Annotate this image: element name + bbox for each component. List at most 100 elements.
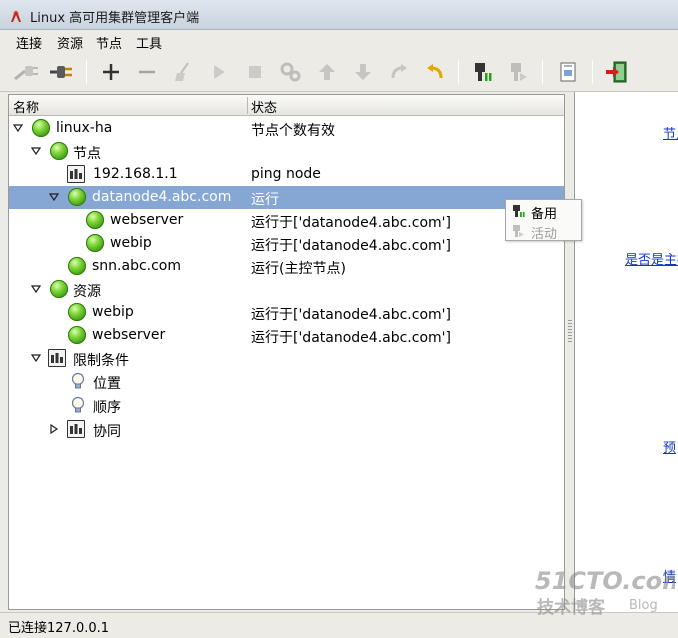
popup-item-standby[interactable]: 备用 (506, 201, 581, 222)
watermark-main: 51CTO.com (535, 567, 675, 595)
tree-row-name: 192.168.1.1 (93, 166, 178, 182)
tree-row-resource[interactable]: webip 运行于['datanode4.abc.com'] (9, 232, 564, 255)
standby-button[interactable] (468, 58, 496, 86)
tree-row-node-snn[interactable]: snn.abc.com 运行(主控节点) (9, 255, 564, 278)
tree-row-name: webserver (92, 327, 166, 343)
expand-down-icon[interactable] (31, 353, 41, 363)
tree-row-resource[interactable]: webip 运行于['datanode4.abc.com'] (9, 301, 564, 324)
expand-down-icon[interactable] (13, 123, 23, 133)
tree-row-status: 运行于['datanode4.abc.com'] (251, 307, 451, 323)
popup-item-label: 备用 (531, 207, 558, 222)
splitter-grip-icon[interactable] (568, 320, 572, 342)
standby-icon (513, 205, 525, 217)
tree-row-nodes[interactable]: 节点 (9, 140, 564, 163)
disconnect-icon (50, 66, 72, 78)
menu-resources[interactable]: 资源 (55, 33, 85, 52)
window-title: Linux 高可用集群管理客户端 (30, 11, 200, 26)
migrate-button[interactable] (277, 58, 305, 86)
start-button[interactable] (205, 58, 233, 86)
move-down-icon (355, 64, 371, 80)
popup-item-active[interactable]: 活动 (506, 221, 581, 242)
tree-row-name: 位置 (93, 376, 121, 392)
move-up-button[interactable] (313, 58, 341, 86)
tree-row-constraints[interactable]: 限制条件 (9, 347, 564, 370)
connect-button[interactable] (12, 58, 40, 86)
exit-button[interactable] (603, 58, 631, 86)
active-icon (511, 63, 527, 81)
app-window: Linux 高可用集群管理客户端 连接 资源 节点 工具 名称 状态 linux… (0, 0, 678, 638)
title-bar: Linux 高可用集群管理客户端 (0, 0, 678, 30)
detail-link-is-dc[interactable]: 是否是主控 (625, 249, 678, 268)
disconnect-button[interactable] (47, 58, 75, 86)
expand-right-icon[interactable] (49, 424, 59, 434)
tree-row-name: webserver (110, 212, 184, 228)
expand-down-icon[interactable] (49, 192, 59, 202)
redo-icon (391, 64, 407, 79)
undo-button[interactable] (421, 58, 449, 86)
app-logo-icon (11, 10, 21, 22)
toolbar-separator (458, 60, 459, 84)
popup-item-label: 活动 (531, 227, 558, 242)
constraints-icon (48, 349, 66, 367)
add-button[interactable] (97, 58, 125, 86)
menu-nodes[interactable]: 节点 (94, 33, 124, 52)
tree-row-name: 顺序 (93, 400, 121, 416)
ping-node-icon (67, 165, 85, 183)
undo-icon (427, 64, 443, 79)
tree-row-status: 运行于['datanode4.abc.com'] (251, 215, 451, 231)
column-divider[interactable] (247, 97, 248, 114)
stop-icon (249, 66, 261, 78)
tree-row-name: webip (110, 235, 152, 251)
menu-connect[interactable]: 连接 (14, 33, 44, 52)
toolbar-separator (542, 60, 543, 84)
context-popup: 备用 活动 (505, 199, 582, 242)
tree-row-resources[interactable]: 资源 (9, 278, 564, 301)
tree-row-ping-node[interactable]: 192.168.1.1 ping node (9, 163, 564, 186)
status-online-icon (86, 234, 104, 252)
tree-row-name: datanode4.abc.com (92, 189, 232, 205)
redo-button[interactable] (385, 58, 413, 86)
detail-link-nodes[interactable]: 节点 (663, 123, 678, 142)
tree-row-resource[interactable]: webserver 运行于['datanode4.abc.com'] (9, 209, 564, 232)
column-name[interactable]: 名称 (13, 97, 39, 116)
move-down-button[interactable] (349, 58, 377, 86)
lightbulb-icon (71, 396, 85, 413)
cluster-tree[interactable]: 名称 状态 linux-ha 节点个数有效 节点 192.168.1.1 pin… (8, 94, 565, 610)
status-online-icon (86, 211, 104, 229)
connect-icon (14, 66, 38, 81)
colocation-icon (67, 420, 85, 438)
watermark-sub: 技术博客 (537, 597, 606, 618)
stop-button[interactable] (241, 58, 269, 86)
cleanup-icon (175, 62, 189, 81)
remove-button[interactable] (133, 58, 161, 86)
detail-link-3[interactable]: 预 (663, 437, 676, 456)
tree-row-colocation[interactable]: 协同 (9, 418, 564, 441)
tree-row-node-datanode4[interactable]: datanode4.abc.com 运行 (9, 186, 564, 209)
tree-row-order[interactable]: 顺序 (9, 394, 564, 417)
column-status[interactable]: 状态 (251, 97, 277, 116)
tree-row-status: 运行 (251, 192, 279, 208)
tree-row-status: 运行于['datanode4.abc.com'] (251, 238, 451, 254)
add-icon (103, 64, 119, 80)
status-online-icon (68, 188, 86, 206)
active-button[interactable] (504, 58, 532, 86)
tree-row-name: linux-ha (56, 120, 113, 136)
move-up-icon (319, 64, 335, 80)
document-button[interactable] (554, 58, 582, 86)
toolbar-separator (592, 60, 593, 84)
tree-row-location[interactable]: 位置 (9, 370, 564, 393)
status-online-icon (32, 119, 50, 137)
menu-tools[interactable]: 工具 (134, 33, 164, 52)
tree-row-cluster[interactable]: linux-ha 节点个数有效 (9, 117, 564, 140)
tree-row-status: 节点个数有效 (251, 123, 335, 139)
expand-down-icon[interactable] (31, 284, 41, 294)
status-online-icon (68, 303, 86, 321)
expand-down-icon[interactable] (31, 146, 41, 156)
cleanup-button[interactable] (169, 58, 197, 86)
remove-icon (139, 70, 155, 74)
panel-splitter[interactable] (566, 92, 574, 612)
tree-row-resource[interactable]: webserver 运行于['datanode4.abc.com'] (9, 324, 564, 347)
toolbar-separator (86, 60, 87, 84)
tree-row-name: webip (92, 304, 134, 320)
standby-icon (475, 63, 492, 81)
